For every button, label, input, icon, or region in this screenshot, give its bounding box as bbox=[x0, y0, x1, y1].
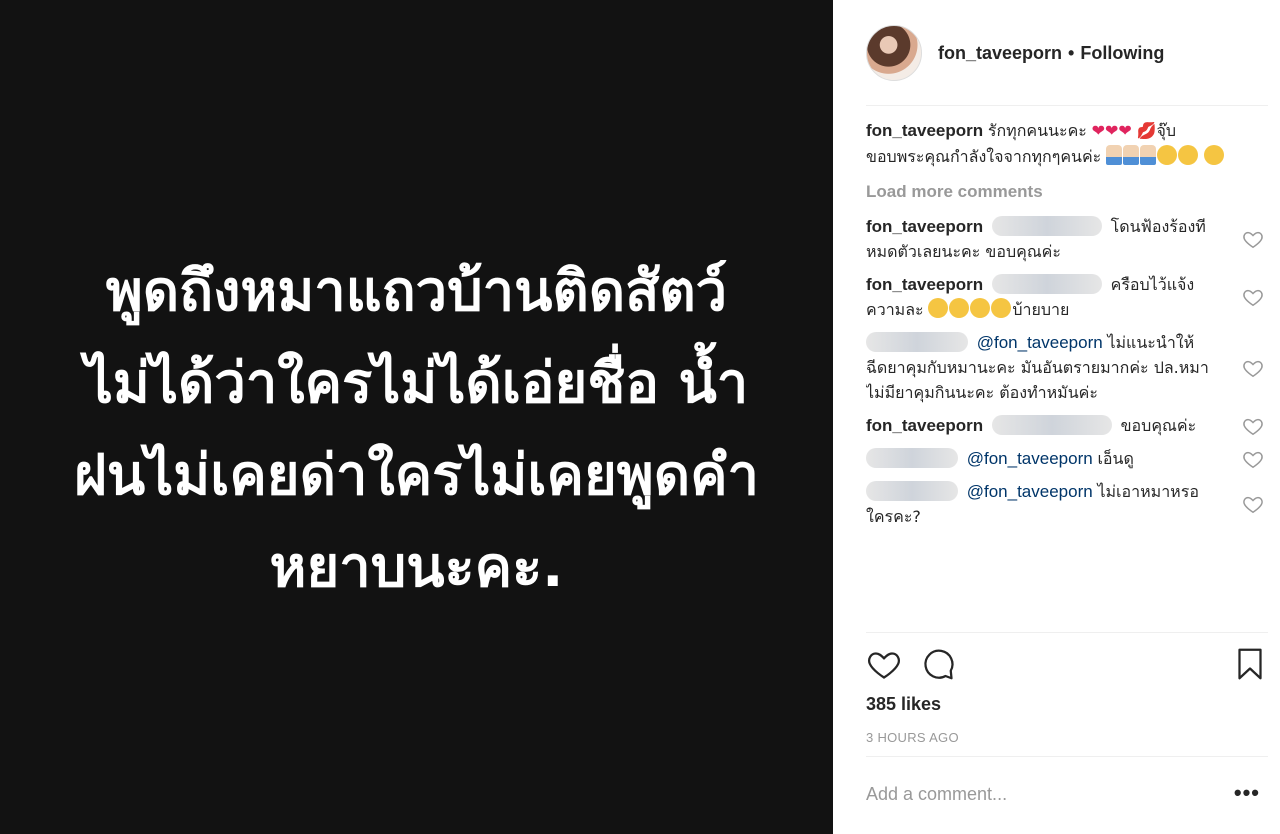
grin-emoji bbox=[970, 298, 991, 318]
comments-list[interactable]: fon_taveeporn รักทุกคนนะคะ ❤❤❤ 💋จุ๊บ ขอบ… bbox=[866, 118, 1268, 632]
comment-like-heart-icon[interactable] bbox=[1242, 357, 1264, 379]
post-image-text: พูดถึงหมาแถวบ้านติดสัตว์ ไม่ได้ว่าใครไม่… bbox=[74, 259, 759, 600]
header-divider bbox=[866, 105, 1268, 106]
comment-item: fon_taveeporn โดนฟ้องร้องที หมดตัวเลยนะค… bbox=[866, 214, 1268, 264]
heart-icon[interactable] bbox=[866, 646, 902, 682]
comment-username[interactable]: fon_taveeporn bbox=[866, 275, 983, 294]
comments-divider bbox=[866, 632, 1268, 633]
redacted-username bbox=[866, 332, 968, 352]
comment-item: @fon_taveeporn ไม่แนะนำให้ฉีดยาคุมกับหมา… bbox=[866, 330, 1268, 405]
caption-text-3: ขอบพระคุณกำลังใจจากทุกๆคนค่ะ bbox=[866, 147, 1102, 166]
heart-eyes-emoji bbox=[1203, 145, 1224, 165]
comment-item: fon_taveeporn ขอบคุณค่ะ bbox=[866, 413, 1268, 438]
redacted-mention bbox=[991, 274, 1102, 294]
speech-bubble-icon[interactable] bbox=[920, 646, 956, 682]
comment-item: fon_taveeporn ครือบไว้แจ้งความละ บ้ายบาย bbox=[866, 272, 1268, 322]
post-actions bbox=[866, 646, 1268, 686]
comment-text: ขอบคุณค่ะ bbox=[1120, 416, 1197, 435]
comment-mention[interactable]: @fon_taveeporn bbox=[977, 333, 1103, 352]
post-side-panel: fon_taveeporn • Following fon_taveeporn … bbox=[833, 0, 1280, 834]
comment-like-heart-icon[interactable] bbox=[1242, 493, 1264, 515]
header-username[interactable]: fon_taveeporn bbox=[938, 43, 1062, 64]
praying-hands-emoji bbox=[1106, 145, 1123, 165]
add-comment-input[interactable]: Add a comment... bbox=[866, 784, 1007, 805]
kiss-emoji: 💋 bbox=[1136, 123, 1157, 140]
praying-hands-emoji bbox=[1140, 145, 1157, 165]
likes-count[interactable]: 385 likes bbox=[866, 694, 941, 715]
caption-text-2: จุ๊บ bbox=[1156, 121, 1176, 140]
comment-item: @fon_taveeporn ไม่เอาหมาหรอ ใครคะ? bbox=[866, 479, 1268, 529]
praying-hands-emoji bbox=[1123, 145, 1140, 165]
more-options-button[interactable]: ••• bbox=[1234, 780, 1260, 806]
heart-eyes-emoji bbox=[1157, 145, 1178, 165]
bookmark-icon[interactable] bbox=[1232, 646, 1268, 682]
comment-mention[interactable]: @fon_taveeporn bbox=[967, 449, 1093, 468]
redacted-mention bbox=[991, 415, 1112, 435]
comment-text-tail: บ้ายบาย bbox=[1012, 300, 1070, 319]
post-image: พูดถึงหมาแถวบ้านติดสัตว์ ไม่ได้ว่าใครไม่… bbox=[0, 0, 833, 834]
comment-like-heart-icon[interactable] bbox=[1242, 228, 1264, 250]
caption-text-1: รักทุกคนนะคะ bbox=[987, 121, 1087, 140]
comment-username[interactable]: fon_taveeporn bbox=[866, 217, 983, 236]
comment-like-heart-icon[interactable] bbox=[1242, 286, 1264, 308]
grin-emoji bbox=[928, 298, 949, 318]
comment-username[interactable]: fon_taveeporn bbox=[866, 416, 983, 435]
redacted-username bbox=[866, 481, 958, 501]
add-comment-divider bbox=[866, 756, 1268, 757]
avatar[interactable] bbox=[866, 25, 922, 81]
caption-username[interactable]: fon_taveeporn bbox=[866, 121, 983, 140]
comment-like-heart-icon[interactable] bbox=[1242, 415, 1264, 437]
header-separator: • bbox=[1068, 42, 1075, 63]
grin-emoji bbox=[991, 298, 1012, 318]
comment-item: @fon_taveeporn เอ็นดู bbox=[866, 446, 1268, 471]
load-more-comments-button[interactable]: Load more comments bbox=[866, 179, 1268, 204]
comment-mention[interactable]: @fon_taveeporn bbox=[967, 482, 1093, 501]
grin-emoji bbox=[949, 298, 970, 318]
redacted-username bbox=[866, 448, 958, 468]
post-caption: fon_taveeporn รักทุกคนนะคะ ❤❤❤ 💋จุ๊บ ขอบ… bbox=[866, 118, 1268, 169]
heart-emoji: ❤❤❤ bbox=[1091, 123, 1132, 140]
following-button[interactable]: Following bbox=[1080, 43, 1164, 64]
post-timestamp: 3 HOURS AGO bbox=[866, 730, 959, 745]
comment-like-heart-icon[interactable] bbox=[1242, 448, 1264, 470]
redacted-mention bbox=[991, 216, 1102, 236]
comment-text: เอ็นดู bbox=[1097, 449, 1134, 468]
post-header: fon_taveeporn • Following bbox=[866, 24, 1268, 82]
heart-eyes-emoji bbox=[1178, 145, 1199, 165]
